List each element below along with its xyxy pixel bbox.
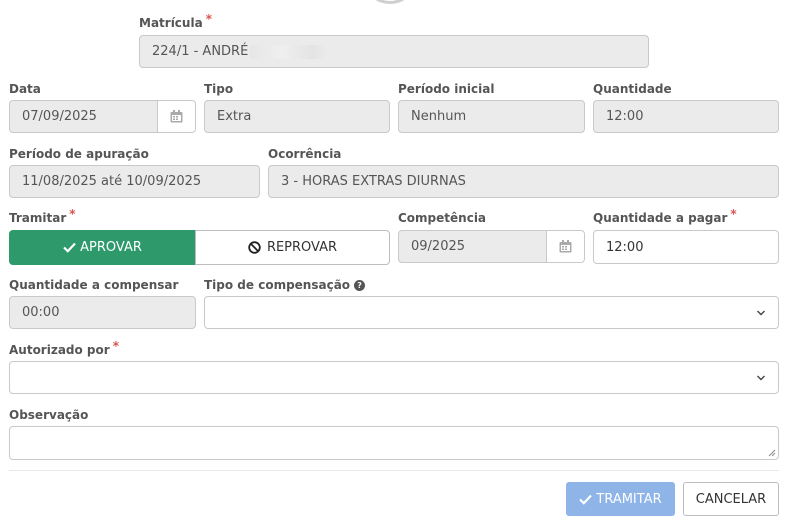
redacted-name (250, 44, 329, 59)
calendar-icon (559, 240, 572, 253)
avatar (365, 0, 415, 4)
data-field: 07/09/2025 (9, 100, 158, 133)
calendar-icon (170, 110, 183, 123)
ocorrencia-field: 3 - HORAS EXTRAS DIURNAS (268, 165, 779, 198)
question-circle-icon[interactable]: ? (354, 280, 366, 291)
quantidade-compensar-field: 00:00 (9, 296, 196, 329)
resize-handle-icon[interactable] (768, 449, 776, 457)
periodo-inicial-field: Nenhum (398, 100, 585, 133)
observacao-label: Observação (9, 408, 89, 422)
tramitar-submit-button[interactable]: TRAMITAR (566, 482, 675, 516)
competencia-calendar-button[interactable] (547, 230, 585, 263)
check-icon (63, 242, 76, 253)
quantidade-pagar-label: Quantidade a pagar * (593, 207, 737, 225)
reject-button[interactable]: REPROVAR (195, 230, 390, 265)
chevron-down-icon (757, 310, 765, 316)
chevron-down-icon (757, 375, 765, 381)
quantidade-pagar-input[interactable]: 12:00 (593, 230, 779, 264)
tramitar-label: Tramitar * (9, 207, 76, 225)
cancel-button[interactable]: CANCELAR (683, 482, 779, 516)
matricula-field: 224/1 - ANDRÉ (139, 35, 649, 68)
autorizado-por-select[interactable] (9, 361, 779, 394)
periodo-inicial-label: Período inicial (398, 82, 495, 96)
competencia-label: Competência (398, 211, 487, 225)
matricula-label: Matrícula * (139, 12, 212, 30)
tipo-compensacao-select[interactable] (204, 296, 779, 329)
check-icon (579, 494, 593, 505)
periodo-apuracao-label: Período de apuração (9, 147, 149, 161)
approve-button[interactable]: APROVAR (9, 230, 196, 265)
periodo-apuracao-field: 11/08/2025 até 10/09/2025 (9, 165, 260, 198)
autorizado-por-label: Autorizado por * (9, 339, 119, 357)
observacao-textarea[interactable] (9, 426, 779, 460)
data-label: Data (9, 82, 41, 96)
quantidade-field: 12:00 (593, 100, 779, 133)
tipo-field: Extra (204, 100, 390, 133)
quantidade-label: Quantidade (593, 82, 672, 96)
ocorrencia-label: Ocorrência (268, 147, 342, 161)
quantidade-compensar-label: Quantidade a compensar (9, 278, 179, 292)
tipo-label: Tipo (204, 82, 234, 96)
competencia-field: 09/2025 (398, 230, 547, 263)
ban-icon (248, 241, 261, 254)
data-calendar-button[interactable] (158, 100, 196, 133)
footer-divider (9, 470, 779, 471)
tipo-compensacao-label: Tipo de compensação? (204, 278, 366, 292)
